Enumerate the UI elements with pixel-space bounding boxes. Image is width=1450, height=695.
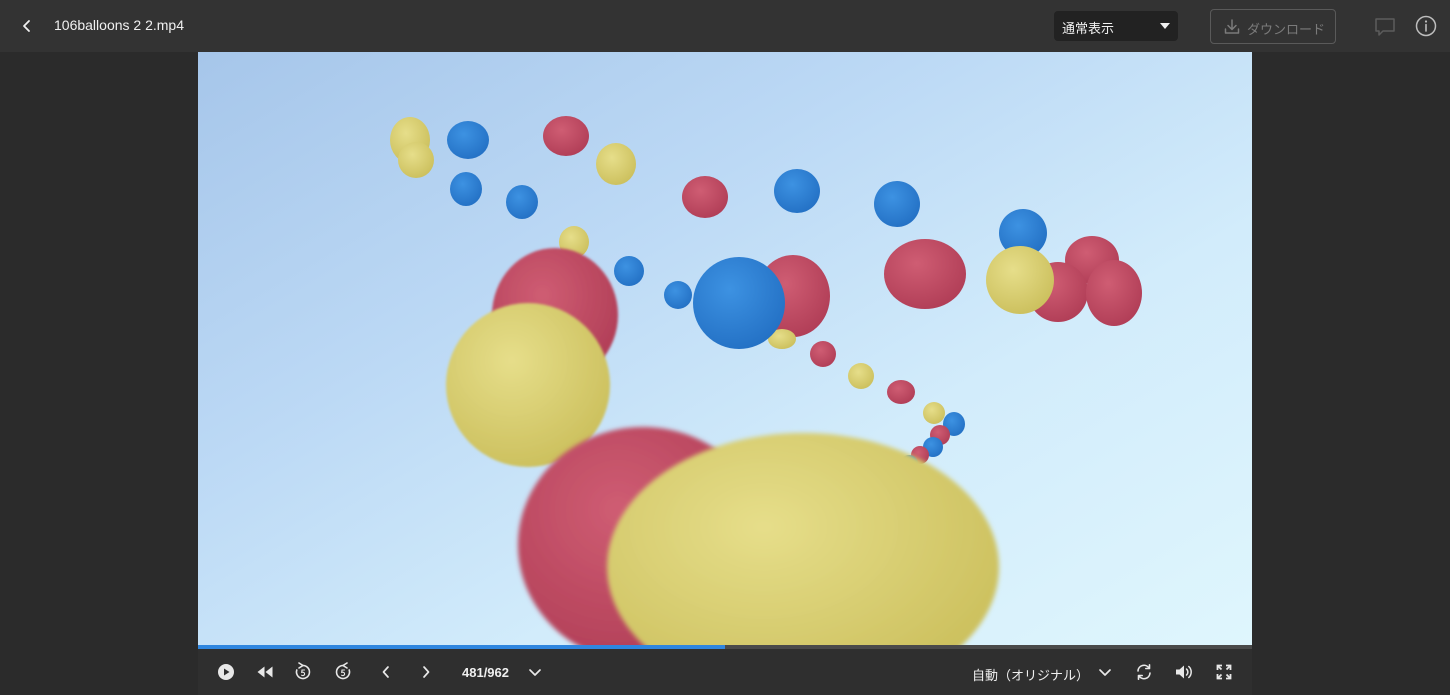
rewind-icon xyxy=(257,666,273,678)
loop-button[interactable] xyxy=(1133,661,1155,683)
fullscreen-icon xyxy=(1216,664,1232,680)
frame-menu-button[interactable] xyxy=(526,662,544,682)
info-icon xyxy=(1415,15,1437,37)
chevron-down-icon xyxy=(1099,669,1111,676)
quality-menu-button[interactable] xyxy=(1096,662,1114,682)
chevron-right-icon xyxy=(423,666,430,678)
skip-back-5-button[interactable] xyxy=(292,661,314,683)
chevron-down-icon xyxy=(529,669,541,676)
download-label: ダウンロード xyxy=(1247,22,1326,37)
play-icon xyxy=(218,664,234,680)
rewind-button[interactable] xyxy=(254,661,276,683)
caret-down-icon xyxy=(1160,23,1170,29)
volume-icon xyxy=(1176,665,1192,679)
play-button[interactable] xyxy=(215,661,237,683)
chevron-left-icon xyxy=(23,20,30,32)
file-title: 106balloons 2 2.mp4 xyxy=(54,17,184,33)
player-controls: 481/962 自動（オリジナル） xyxy=(198,649,1252,695)
loop-icon xyxy=(1137,664,1151,680)
video-frame[interactable] xyxy=(198,52,1252,645)
skip-forward-5-icon xyxy=(335,662,351,680)
previous-frame-button[interactable] xyxy=(375,661,397,683)
back-button[interactable] xyxy=(14,13,40,39)
frame-counter: 481/962 xyxy=(462,665,509,680)
view-mode-select[interactable]: 通常表示 xyxy=(1054,11,1178,41)
next-frame-button[interactable] xyxy=(415,661,437,683)
fullscreen-button[interactable] xyxy=(1213,661,1235,683)
comment-icon xyxy=(1375,18,1395,36)
balloons-image xyxy=(390,116,1142,645)
info-button[interactable] xyxy=(1413,13,1439,39)
comment-button[interactable] xyxy=(1372,14,1398,40)
top-bar: 106balloons 2 2.mp4 通常表示 ダウンロード xyxy=(0,0,1450,52)
skip-forward-5-button[interactable] xyxy=(332,661,354,683)
download-button[interactable]: ダウンロード xyxy=(1210,9,1336,44)
view-mode-label: 通常表示 xyxy=(1062,21,1115,36)
skip-back-5-icon xyxy=(295,662,311,680)
volume-button[interactable] xyxy=(1173,661,1195,683)
download-icon xyxy=(1224,19,1240,34)
quality-label[interactable]: 自動（オリジナル） xyxy=(972,665,1089,684)
chevron-left-icon xyxy=(382,666,389,678)
